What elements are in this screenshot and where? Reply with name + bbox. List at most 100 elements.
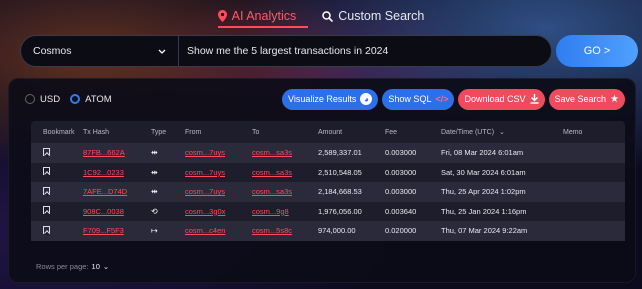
header-amount: Amount: [318, 128, 343, 136]
tx-hash-link[interactable]: 908C...0038: [83, 207, 124, 216]
show-sql-button[interactable]: Show SQL </>: [382, 88, 455, 110]
header-bookmark: Bookmark: [43, 128, 75, 136]
table-row: 7AFE...D74D ⇹ cosm...7uys cosm...sa3s 2,…: [31, 182, 625, 202]
action-buttons: Visualize Results ◕ Show SQL </> Downloa…: [282, 88, 625, 110]
sort-chevron-icon: ⌄: [498, 129, 505, 136]
to-cell: cosm...sa3s: [252, 187, 318, 196]
from-cell: cosm...7uys: [185, 148, 252, 157]
date-cell: Sat, 30 Mar 2024 6:01am: [441, 167, 526, 177]
header-tx-hash: Tx Hash: [83, 128, 110, 136]
bookmark-cell: [31, 147, 83, 158]
amount-cell: 2,510,548.05: [318, 167, 362, 177]
transfer-icon: ⇹: [151, 187, 158, 197]
amount-cell: 1,976,056.00: [318, 206, 362, 216]
rows-per-page-select[interactable]: 10: [92, 262, 100, 271]
radio-usd[interactable]: [25, 94, 35, 104]
save-search-button[interactable]: Save Search ★: [548, 88, 625, 110]
from-cell: cosm...7uys: [185, 187, 252, 196]
to-address-link[interactable]: cosm...sa3s: [252, 187, 292, 196]
tab-ai-analytics[interactable]: AI Analytics: [217, 6, 297, 26]
tx-hash-cell: 87FB...662A: [83, 148, 151, 157]
button-label: Visualize Results: [288, 94, 357, 104]
tab-label: AI Analytics: [231, 9, 297, 23]
bookmark-icon[interactable]: [43, 225, 50, 234]
amount-cell: 2,589,337.01: [318, 148, 362, 158]
bookmark-cell: [31, 206, 83, 216]
transfer-icon: ⇹: [151, 148, 158, 158]
tx-hash-link[interactable]: 1C92...0233: [83, 168, 124, 177]
header-to: To: [252, 128, 260, 136]
download-csv-button[interactable]: Download CSV: [458, 88, 545, 110]
location-pin-icon: [217, 10, 227, 22]
currency-label: USD: [40, 93, 61, 105]
query-input[interactable]: [179, 45, 551, 57]
transfer-icon: ⇹: [151, 167, 158, 177]
type-cell: ⇹: [151, 148, 185, 157]
header-date-time[interactable]: Date/Time (UTC) ⌄: [441, 128, 563, 136]
bookmark-icon[interactable]: [43, 167, 50, 176]
bookmark-icon[interactable]: [43, 147, 50, 156]
results-panel: USD ATOM Visualize Results ◕ Show SQL </…: [8, 78, 636, 283]
tab-label: Custom Search: [338, 9, 425, 23]
from-cell: cosm...7uys: [185, 168, 252, 177]
chevron-down-icon: [158, 49, 166, 54]
tx-hash-link[interactable]: 7AFE...D74D: [83, 187, 127, 196]
fee-cell: 0.003000: [385, 187, 417, 197]
tx-hash-link[interactable]: F709...F5F3: [83, 226, 124, 235]
from-cell: cosm...c4en: [185, 226, 252, 235]
from-address-link[interactable]: cosm...7uys: [185, 187, 225, 196]
active-tab-indicator: [218, 26, 308, 28]
button-label: Download CSV: [464, 94, 526, 104]
button-label: Show SQL: [388, 94, 432, 104]
search-bar: Cosmos: [20, 35, 552, 67]
from-address-link[interactable]: cosm...c4en: [185, 226, 225, 235]
header-fee: Fee: [385, 128, 398, 136]
fee-cell: 0.020000: [385, 226, 417, 236]
pie-chart-icon: ◕: [360, 93, 373, 105]
chain-select[interactable]: Cosmos: [21, 36, 179, 66]
code-icon: </>: [435, 94, 449, 104]
go-button[interactable]: GO >: [556, 35, 638, 67]
redelegate-icon: ⟲: [151, 206, 158, 216]
send-icon: ↦: [151, 226, 158, 236]
currency-option-usd[interactable]: USD: [25, 94, 60, 105]
type-cell: ⟲: [151, 207, 185, 216]
table-row: 908C...0038 ⟲ cosm...3g0x cosm...9g8 1,9…: [31, 202, 625, 222]
bookmark-icon[interactable]: [43, 206, 50, 215]
from-cell: cosm...3g0x: [185, 207, 252, 216]
to-cell: cosm...sa3s: [252, 148, 318, 157]
chain-select-value: Cosmos: [33, 45, 72, 57]
top-navigation: AI Analytics Custom Search: [0, 6, 642, 26]
tx-hash-link[interactable]: 87FB...662A: [83, 148, 125, 157]
currency-option-atom[interactable]: ATOM: [70, 94, 112, 105]
from-address-link[interactable]: cosm...7uys: [185, 148, 225, 157]
search-icon: [322, 10, 334, 22]
bookmark-cell: [31, 186, 83, 197]
download-icon: [530, 94, 539, 104]
fee-cell: 0.003000: [385, 148, 417, 158]
rows-per-page-label: Rows per page:: [36, 262, 89, 271]
chevron-down-icon: ⌄: [102, 262, 110, 271]
bookmark-icon[interactable]: [43, 186, 50, 195]
header-type: Type: [151, 128, 167, 136]
results-controls: USD ATOM Visualize Results ◕ Show SQL </…: [25, 88, 625, 110]
table-row: 87FB...662A ⇹ cosm...7uys cosm...sa3s 2,…: [31, 143, 625, 163]
to-address-link[interactable]: cosm...sa3s: [252, 168, 292, 177]
currency-label: ATOM: [85, 93, 112, 105]
from-address-link[interactable]: cosm...3g0x: [185, 207, 225, 216]
header-memo: Memo: [563, 128, 583, 136]
tx-hash-cell: 908C...0038: [83, 207, 151, 216]
to-address-link[interactable]: cosm...5s8c: [252, 226, 292, 235]
star-icon: ★: [610, 93, 619, 105]
radio-atom[interactable]: [70, 94, 81, 104]
visualize-results-button[interactable]: Visualize Results ◕: [282, 88, 379, 110]
from-address-link[interactable]: cosm...7uys: [185, 168, 225, 177]
button-label: Save Search: [554, 94, 607, 104]
header-from: From: [185, 128, 202, 136]
to-address-link[interactable]: cosm...9g8: [252, 207, 289, 216]
to-address-link[interactable]: cosm...sa3s: [252, 148, 292, 157]
tx-hash-cell: F709...F5F3: [83, 226, 151, 235]
bookmark-cell: [31, 167, 83, 177]
tab-custom-search[interactable]: Custom Search: [322, 6, 424, 26]
type-cell: ↦: [151, 226, 185, 235]
